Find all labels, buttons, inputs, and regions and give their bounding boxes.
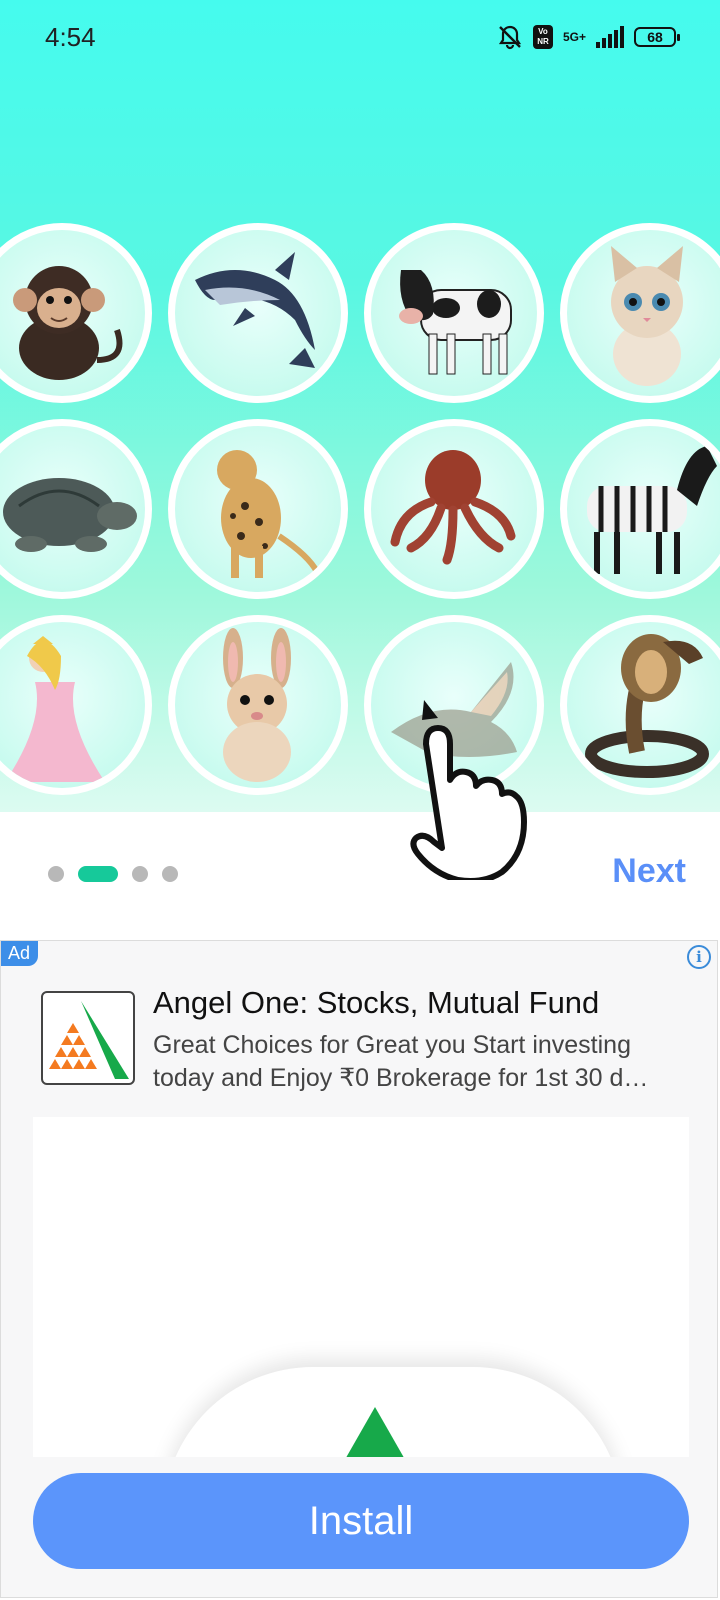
ad-card[interactable]: Ad i Angel One: Stocks, Mutual Fund Grea… [0,940,718,1598]
animal-tile-dolphin[interactable] [168,223,348,403]
ad-description: Great Choices for Great you Start invest… [153,1029,693,1095]
monkey-icon [13,266,123,380]
green-triangle-icon [346,1407,404,1457]
status-bar: 4:54 Vo NR 5G+ 68 [0,0,720,80]
animal-tile-leopard[interactable] [168,419,348,599]
leopard-icon [217,450,320,578]
battery-icon: 68 [634,27,680,47]
animal-grid [0,223,720,812]
dolphin-icon [195,252,315,368]
animal-tile-turtle[interactable] [0,419,152,599]
animal-tile-kitten[interactable] [560,223,720,403]
next-button[interactable]: Next [612,852,686,891]
page-dot-1 [48,866,64,882]
animal-tile-monkey[interactable] [0,223,152,403]
animal-tile-cobra[interactable] [560,615,720,795]
ad-media[interactable] [33,1117,689,1457]
animal-tile-octopus[interactable] [364,419,544,599]
bell-off-icon [497,24,523,50]
zebra-icon [587,446,717,574]
animal-tile-princess[interactable] [0,615,152,795]
ad-description-line1: Great Choices for Great you Start invest… [153,1031,631,1059]
ad-badge: Ad [1,941,39,966]
animal-tile-rabbit[interactable] [168,615,348,795]
info-icon[interactable]: i [687,945,711,969]
princess-icon [5,636,105,782]
page-dot-4 [162,866,178,882]
status-time: 4:54 [45,22,96,52]
hero-area: 4:54 Vo NR 5G+ 68 [0,0,720,812]
status-icons: Vo NR 5G+ 68 [497,22,680,52]
kitten-icon [611,246,683,386]
ad-title[interactable]: Angel One: Stocks, Mutual Fund [153,985,599,1021]
hand-pointer-icon [410,700,527,880]
page-dot-3 [132,866,148,882]
app-logo[interactable] [41,991,135,1085]
turtle-icon [3,478,137,552]
install-button[interactable]: Install [33,1473,689,1569]
network-type: 5G+ [562,30,586,44]
ad-description-line2: today and Enjoy ₹0 Brokerage for 1st 30 … [153,1064,649,1092]
octopus-icon [390,450,516,565]
signal-icon [596,26,624,48]
page-dot-2-active [78,866,118,882]
animal-tile-zebra[interactable] [560,419,720,599]
angel-one-logo-icon [49,1001,129,1079]
page-indicator [48,866,178,882]
animal-tile-cow[interactable] [364,223,544,403]
rabbit-icon [223,628,291,782]
cow-icon [399,270,512,375]
cobra-icon [585,634,709,778]
volte-icon: Vo NR [532,25,553,49]
